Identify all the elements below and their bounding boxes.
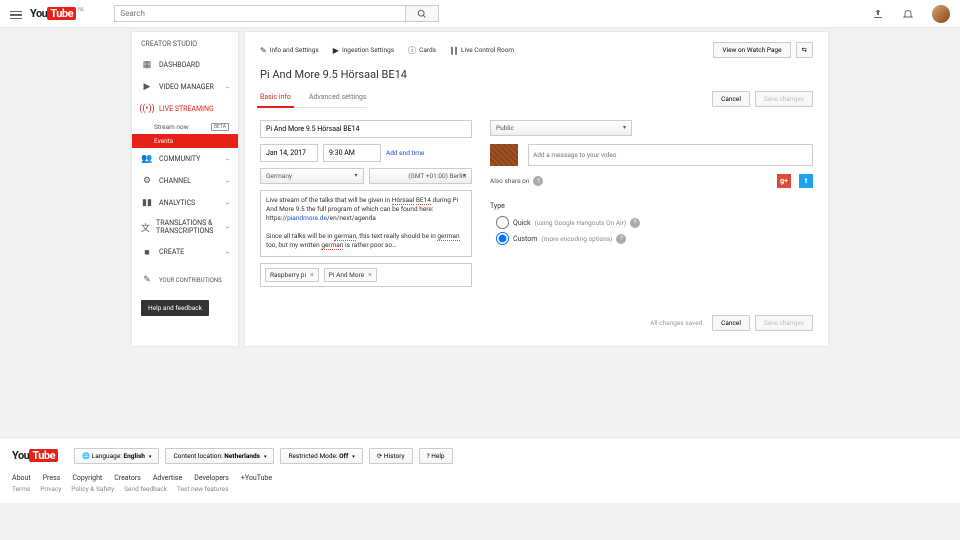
sidebar-sub-events[interactable]: Events — [132, 134, 238, 148]
youtube-logo-footer[interactable]: YouTube — [12, 449, 58, 462]
footer-language-select[interactable]: 🌐 Language: English — [74, 448, 159, 464]
save-button[interactable]: Save changes — [755, 315, 813, 331]
tab-advanced[interactable]: Advanced settings — [309, 89, 367, 107]
tag-item: Raspberry pi× — [265, 268, 319, 282]
sidebar-item-create[interactable]: ■CREATE — [132, 241, 238, 263]
footer-link2[interactable]: Test new features — [177, 485, 228, 493]
help-icon[interactable]: ? — [533, 176, 543, 186]
footer-link2[interactable]: Privacy — [40, 485, 61, 493]
sidebar-item-live-streaming[interactable]: ((•))LIVE STREAMING — [132, 98, 238, 120]
sidebar-title: CREATOR STUDIO — [132, 32, 238, 54]
help-feedback-button[interactable]: Help and feedback — [141, 300, 209, 316]
footer-link[interactable]: Advertise — [153, 474, 182, 482]
type-label: Type — [490, 202, 813, 210]
search-input[interactable] — [114, 5, 406, 22]
ingestion-icon: ▶ — [333, 46, 339, 55]
footer-link[interactable]: Copyright — [72, 474, 102, 482]
footer-restricted-select[interactable]: Restricted Mode: Off — [280, 448, 362, 464]
footer-location-select[interactable]: Content location: Netherlands — [165, 448, 274, 464]
tags-input[interactable]: Raspberry pi× Pi And More× — [260, 263, 472, 287]
sidebar-item-video-manager[interactable]: ▶VIDEO MANAGER — [132, 76, 238, 98]
gear-icon: ⚙ — [141, 176, 153, 186]
search-icon — [417, 9, 427, 19]
translate-icon: 文 — [141, 223, 150, 233]
footer-link[interactable]: Developers — [194, 474, 229, 482]
contrib-icon: ✎ — [141, 275, 153, 285]
help-icon[interactable]: ? — [630, 218, 640, 228]
cancel-button[interactable]: Cancel — [712, 315, 750, 331]
twitter-icon[interactable]: t — [799, 174, 813, 188]
date-input[interactable] — [260, 144, 318, 162]
cancel-button-top[interactable]: Cancel — [712, 91, 750, 107]
add-end-time-link[interactable]: Add end time — [386, 149, 424, 157]
timezone-select[interactable]: (GMT +01:00) Berlin — [369, 168, 473, 184]
sidebar-item-channel[interactable]: ⚙CHANNEL — [132, 170, 238, 192]
tb-cards[interactable]: ⓘCards — [408, 45, 436, 56]
live-icon: ((•)) — [141, 104, 153, 114]
gplus-icon[interactable]: g+ — [777, 174, 791, 188]
sliders-icon: ∥∥ — [450, 46, 458, 55]
create-icon: ■ — [141, 247, 153, 257]
time-input[interactable] — [323, 144, 381, 162]
tb-info-settings[interactable]: ✎Info and Settings — [260, 46, 319, 55]
country-select[interactable]: Germany — [260, 168, 364, 184]
notifications-icon[interactable] — [902, 8, 914, 20]
footer-link[interactable]: Press — [43, 474, 61, 482]
search-button[interactable] — [406, 5, 439, 22]
tag-remove[interactable]: × — [310, 271, 314, 279]
footer-history-button[interactable]: ⟳ History — [369, 448, 413, 464]
share-message-input[interactable] — [528, 144, 813, 166]
footer-link2[interactable]: Policy & Safety — [71, 485, 114, 493]
info-icon: ⓘ — [408, 45, 416, 56]
sidebar-your-contributions[interactable]: ✎YOUR CONTRIBUTIONS — [132, 263, 238, 297]
footer-link2[interactable]: Send feedback — [124, 485, 167, 493]
tab-basic-info[interactable]: Basic info — [260, 89, 291, 107]
view-watch-page-button[interactable]: View on Watch Page — [713, 42, 790, 58]
footer-link2[interactable]: Terms — [12, 485, 30, 493]
hamburger-menu[interactable] — [10, 9, 22, 19]
page-title: Pi And More 9.5 Hörsaal BE14 — [260, 68, 813, 81]
footer-link[interactable]: About — [12, 474, 31, 482]
sidebar-sub-stream-now[interactable]: Stream nowBETA — [132, 120, 238, 134]
upload-icon[interactable] — [872, 8, 884, 20]
share-link-button[interactable]: ⇆ — [796, 42, 813, 58]
help-icon[interactable]: ? — [616, 234, 626, 244]
sidebar-item-analytics[interactable]: ▮▮ANALYTICS — [132, 192, 238, 214]
sidebar-item-translations[interactable]: 文TRANSLATIONS & TRANSCRIPTIONS — [132, 214, 238, 241]
sidebar-item-dashboard[interactable]: ▦DASHBOARD — [132, 54, 238, 76]
pencil-icon: ✎ — [260, 46, 267, 55]
footer-link[interactable]: Creators — [114, 474, 141, 482]
save-button-top[interactable]: Save changes — [755, 91, 813, 107]
video-icon: ▶ — [141, 82, 153, 92]
youtube-logo[interactable]: YouTubeNL — [30, 7, 84, 20]
privacy-select[interactable]: Public — [490, 120, 632, 136]
description-input[interactable]: Live stream of the talks that will be gi… — [260, 190, 472, 257]
tb-ingestion[interactable]: ▶Ingestion Settings — [333, 46, 394, 55]
community-icon: 👥 — [141, 154, 153, 164]
analytics-icon: ▮▮ — [141, 198, 153, 208]
avatar[interactable] — [932, 5, 950, 23]
saved-status: All changes saved. — [650, 319, 704, 327]
video-thumbnail[interactable] — [490, 144, 518, 166]
footer-help-button[interactable]: ? Help — [419, 448, 453, 464]
title-input[interactable] — [260, 120, 472, 138]
radio-quick[interactable]: Quick (using Google Hangouts On Air) ? — [496, 216, 813, 229]
radio-custom[interactable]: Custom (more encoding options) ? — [496, 232, 813, 245]
sidebar-item-community[interactable]: 👥COMMUNITY — [132, 148, 238, 170]
tag-item: Pi And More× — [324, 268, 377, 282]
tb-live-control[interactable]: ∥∥Live Control Room — [450, 46, 514, 55]
tag-remove[interactable]: × — [368, 271, 372, 279]
footer-link[interactable]: +YouTube — [241, 474, 272, 482]
dashboard-icon: ▦ — [141, 60, 153, 70]
